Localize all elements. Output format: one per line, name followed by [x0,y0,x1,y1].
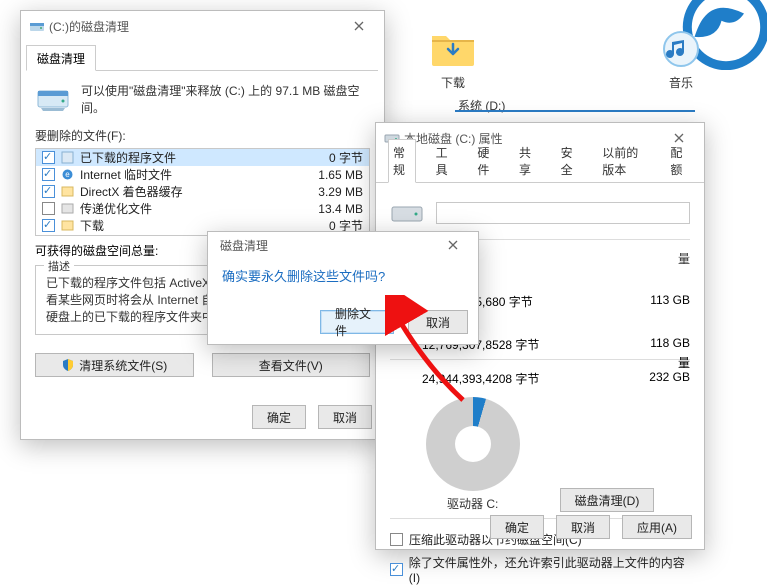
close-button[interactable] [436,234,470,256]
disk-cleanup-titlebar[interactable]: (C:)的磁盘清理 [21,11,384,41]
properties-tabs: 常规 工具 硬件 共享 安全 以前的版本 配额 [376,153,704,183]
downloads-folder[interactable]: 下载 [430,30,476,91]
confirm-title: 磁盘清理 [216,237,436,254]
file-label: 已下载的程序文件 [80,149,323,166]
capacity-size: 232 GB [649,370,690,387]
half-label: 量 [678,250,690,267]
confirm-titlebar[interactable]: 磁盘清理 [208,232,478,258]
tab-disk-cleanup[interactable]: 磁盘清理 [26,45,96,71]
close-button[interactable] [342,15,376,37]
file-checkbox[interactable] [42,202,55,215]
tab-hardware[interactable]: 硬件 [473,140,499,182]
file-checkbox[interactable] [42,168,55,181]
tab-quota[interactable]: 配额 [666,140,692,182]
file-checkbox[interactable] [42,219,55,232]
index-option[interactable]: 除了文件属性外，还允许索引此驱动器上文件的内容(I) [390,554,690,585]
ok-button[interactable]: 确定 [490,515,544,539]
music-folder[interactable]: 音乐 [658,30,704,91]
downloads-label: 下载 [430,74,476,91]
delete-files-button[interactable]: 删除文件 [320,310,394,334]
file-label: Internet 临时文件 [80,166,312,183]
disk-cleanup-window: (C:)的磁盘清理 磁盘清理 可以使用"磁盘清理"来释放 (C:) 上的 97.… [20,10,385,440]
confirm-message: 确实要永久删除这些文件吗? [222,266,464,285]
file-size: 1.65 MB [318,168,363,182]
cancel-button[interactable]: 取消 [556,515,610,539]
view-files-button[interactable]: 查看文件(V) [212,353,371,377]
apply-button[interactable]: 应用(A) [622,515,692,539]
system-drive-underline [455,110,695,112]
file-list[interactable]: 已下载的程序文件 0 字节 e Internet 临时文件 1.65 MB Di… [35,148,370,236]
file-icon: e [61,168,74,181]
file-size: 13.4 MB [318,202,363,216]
close-icon [354,21,364,31]
disk-cleanup-title: (C:)的磁盘清理 [45,18,342,35]
file-row[interactable]: 传递优化文件 13.4 MB [36,200,369,217]
file-row[interactable]: e Internet 临时文件 1.65 MB [36,166,369,183]
file-row[interactable]: 已下载的程序文件 0 字节 [36,149,369,166]
file-size: 3.29 MB [318,185,363,199]
drive-caption: 驱动器 C: [426,495,520,512]
compress-checkbox[interactable] [390,533,403,546]
clean-system-files-button[interactable]: 清理系统文件(S) [35,353,194,377]
drive-large-icon [390,199,424,227]
tab-general[interactable]: 常规 [388,139,416,183]
file-icon [61,202,74,215]
music-label: 音乐 [658,74,704,91]
used-size: 113 GB [650,293,690,310]
close-icon [448,240,458,250]
cancel-button[interactable]: 取消 [318,405,372,429]
file-icon [61,219,74,232]
tab-security[interactable]: 安全 [557,140,583,182]
cleanup-summary: 可以使用"磁盘清理"来释放 (C:) 上的 97.1 MB 磁盘空间。 [81,82,370,116]
shield-icon [61,358,75,372]
tab-previous[interactable]: 以前的版本 [598,140,650,182]
tab-tools[interactable]: 工具 [432,140,458,182]
file-checkbox[interactable] [42,185,55,198]
capacity-bytes: 24,944,393,4208 字节 [422,370,635,387]
disk-cleanup-button[interactable]: 磁盘清理(D) [560,488,655,512]
file-row[interactable]: DirectX 着色器缓存 3.29 MB [36,183,369,200]
file-icon [61,185,74,198]
space-pie-chart [426,397,520,491]
tab-sharing[interactable]: 共享 [515,140,541,182]
disk-cleanup-tabstrip: 磁盘清理 [27,45,378,71]
description-legend: 描述 [44,258,74,274]
capacity-half-label: 量 [678,354,690,371]
disk-cleanup-icon [29,18,45,34]
confirm-dialog: 磁盘清理 确实要永久删除这些文件吗? 删除文件 取消 [207,231,479,345]
file-label: DirectX 着色器缓存 [80,183,312,200]
drive-name-input[interactable] [436,202,690,224]
ok-button[interactable]: 确定 [252,405,306,429]
svg-text:e: e [65,170,70,179]
drive-icon [35,81,71,117]
file-icon [61,151,74,164]
cancel-button[interactable]: 取消 [408,310,468,334]
explorer-background: 下载 音乐 [390,0,767,120]
files-to-delete-label: 要删除的文件(F): [35,127,370,144]
file-checkbox[interactable] [42,151,55,164]
file-size: 0 字节 [329,149,363,166]
free-size: 118 GB [650,336,690,353]
index-checkbox[interactable] [390,563,403,576]
file-label: 传递优化文件 [80,200,312,217]
